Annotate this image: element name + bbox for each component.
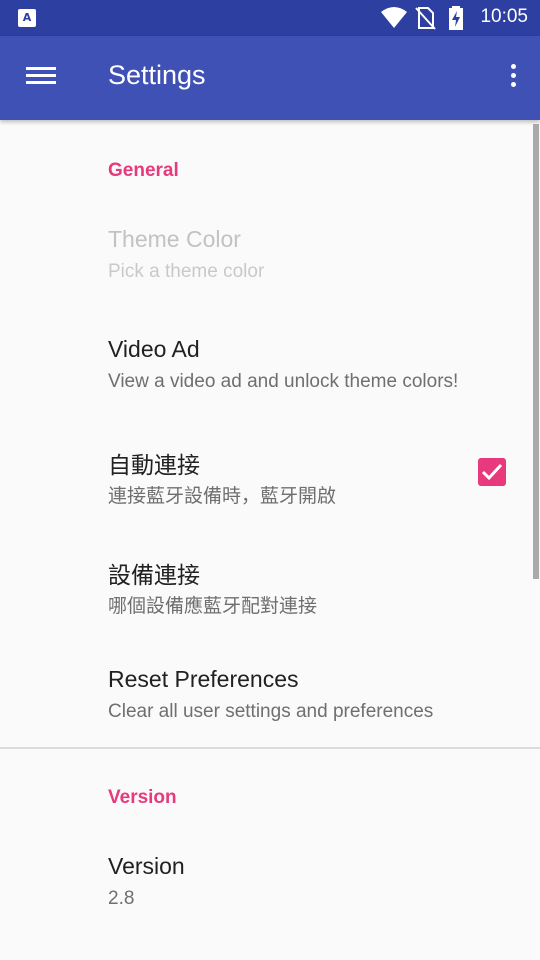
pref-summary: 哪個設備應藍牙配對連接 (108, 596, 318, 617)
pref-title: 設備連接 (108, 562, 200, 588)
pref-theme-color[interactable]: Theme Color Pick a theme color (0, 226, 540, 336)
pref-reset-preferences[interactable]: Reset Preferences Clear all user setting… (0, 666, 540, 776)
scrollbar[interactable] (533, 124, 539, 579)
check-icon (481, 463, 503, 481)
pref-title: Theme Color (108, 226, 241, 252)
pref-summary: 2.8 (108, 888, 135, 909)
page-title: Settings (108, 60, 206, 90)
app-notification-icon: A (18, 9, 36, 27)
pref-title: Video Ad (108, 336, 200, 362)
pref-summary: View a video ad and unlock theme colors! (108, 371, 459, 392)
clock: 10:05 (480, 6, 528, 27)
section-divider (0, 747, 540, 749)
pref-summary: 連接藍牙設備時，藍牙開啟 (108, 486, 337, 507)
more-vert-icon[interactable] (506, 64, 520, 94)
auto-connect-checkbox[interactable] (478, 458, 506, 486)
section-header-general: General (108, 160, 179, 181)
pref-title: Version (108, 853, 185, 879)
hamburger-menu-icon[interactable] (24, 63, 58, 93)
status-bar: A 10:05 (0, 0, 540, 36)
pref-title: 自動連接 (108, 452, 200, 478)
pref-summary: Pick a theme color (108, 261, 265, 282)
battery-charging-icon (449, 6, 463, 30)
pref-title: Reset Preferences (108, 666, 299, 692)
wifi-icon (381, 7, 407, 28)
section-header-version: Version (108, 787, 177, 808)
app-bar: Settings (0, 36, 540, 120)
pref-video-ad[interactable]: Video Ad View a video ad and unlock them… (0, 336, 540, 446)
pref-auto-connect[interactable]: 自動連接 連接藍牙設備時，藍牙開啟 (0, 446, 540, 556)
pref-device-connect[interactable]: 設備連接 哪個設備應藍牙配對連接 (0, 556, 540, 666)
pref-version[interactable]: Version 2.8 (0, 853, 540, 960)
pref-summary: Clear all user settings and preferences (108, 701, 434, 722)
no-sim-icon (415, 7, 436, 30)
